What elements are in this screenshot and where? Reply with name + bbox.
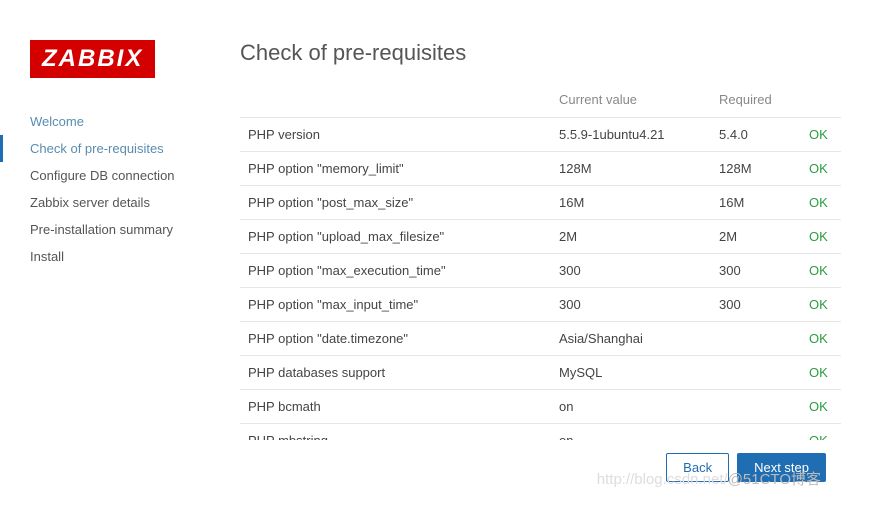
req-current: 16M xyxy=(551,186,711,220)
main-panel: Check of pre-requisites Current value Re… xyxy=(240,40,841,440)
req-required: 5.4.0 xyxy=(711,118,801,152)
req-status: OK xyxy=(801,254,841,288)
col-name xyxy=(240,86,551,118)
req-required: 2M xyxy=(711,220,801,254)
req-required xyxy=(711,356,801,390)
req-current: 128M xyxy=(551,152,711,186)
req-status: OK xyxy=(801,152,841,186)
table-row: PHP option "upload_max_filesize"2M2MOK xyxy=(240,220,841,254)
req-current: 300 xyxy=(551,288,711,322)
nav-step-4[interactable]: Pre-installation summary xyxy=(30,216,240,243)
nav-step-3[interactable]: Zabbix server details xyxy=(30,189,240,216)
req-status: OK xyxy=(801,390,841,424)
req-name: PHP option "upload_max_filesize" xyxy=(240,220,551,254)
req-name: PHP option "date.timezone" xyxy=(240,322,551,356)
req-status: OK xyxy=(801,356,841,390)
req-required: 16M xyxy=(711,186,801,220)
table-row: PHP option "date.timezone"Asia/Shanghai O… xyxy=(240,322,841,356)
page-title: Check of pre-requisites xyxy=(240,40,841,66)
table-row: PHP databases supportMySQL OK xyxy=(240,356,841,390)
req-required xyxy=(711,390,801,424)
next-button[interactable]: Next step xyxy=(737,453,826,482)
req-current: 2M xyxy=(551,220,711,254)
requisites-table-scroll[interactable]: Current value Required PHP version5.5.9-… xyxy=(240,86,841,440)
col-current: Current value xyxy=(551,86,711,118)
sidebar: ZABBIX WelcomeCheck of pre-requisitesCon… xyxy=(30,40,240,440)
footer-buttons: Back Next step xyxy=(666,453,826,482)
req-required xyxy=(711,424,801,441)
req-name: PHP version xyxy=(240,118,551,152)
logo: ZABBIX xyxy=(30,40,155,78)
req-name: PHP option "memory_limit" xyxy=(240,152,551,186)
req-current: on xyxy=(551,424,711,441)
back-button[interactable]: Back xyxy=(666,453,729,482)
req-status: OK xyxy=(801,322,841,356)
table-row: PHP bcmathon OK xyxy=(240,390,841,424)
nav-step-0[interactable]: Welcome xyxy=(30,108,240,135)
nav-step-2[interactable]: Configure DB connection xyxy=(30,162,240,189)
table-row: PHP option "max_execution_time"300300OK xyxy=(240,254,841,288)
req-current: 300 xyxy=(551,254,711,288)
req-status: OK xyxy=(801,424,841,441)
nav-steps: WelcomeCheck of pre-requisitesConfigure … xyxy=(30,108,240,270)
nav-step-5[interactable]: Install xyxy=(30,243,240,270)
req-required: 128M xyxy=(711,152,801,186)
table-row: PHP version5.5.9-1ubuntu4.215.4.0OK xyxy=(240,118,841,152)
req-name: PHP option "max_execution_time" xyxy=(240,254,551,288)
req-name: PHP databases support xyxy=(240,356,551,390)
req-required xyxy=(711,322,801,356)
req-name: PHP option "post_max_size" xyxy=(240,186,551,220)
req-current: on xyxy=(551,390,711,424)
req-name: PHP option "max_input_time" xyxy=(240,288,551,322)
req-current: Asia/Shanghai xyxy=(551,322,711,356)
req-status: OK xyxy=(801,220,841,254)
req-status: OK xyxy=(801,288,841,322)
col-required: Required xyxy=(711,86,801,118)
table-row: PHP mbstringon OK xyxy=(240,424,841,441)
table-row: PHP option "post_max_size"16M16MOK xyxy=(240,186,841,220)
req-current: 5.5.9-1ubuntu4.21 xyxy=(551,118,711,152)
req-status: OK xyxy=(801,118,841,152)
req-name: PHP mbstring xyxy=(240,424,551,441)
req-status: OK xyxy=(801,186,841,220)
req-required: 300 xyxy=(711,288,801,322)
nav-step-1[interactable]: Check of pre-requisites xyxy=(30,135,240,162)
req-name: PHP bcmath xyxy=(240,390,551,424)
col-status xyxy=(801,86,841,118)
table-row: PHP option "memory_limit"128M128MOK xyxy=(240,152,841,186)
req-required: 300 xyxy=(711,254,801,288)
req-current: MySQL xyxy=(551,356,711,390)
table-row: PHP option "max_input_time"300300OK xyxy=(240,288,841,322)
requisites-table: Current value Required PHP version5.5.9-… xyxy=(240,86,841,440)
